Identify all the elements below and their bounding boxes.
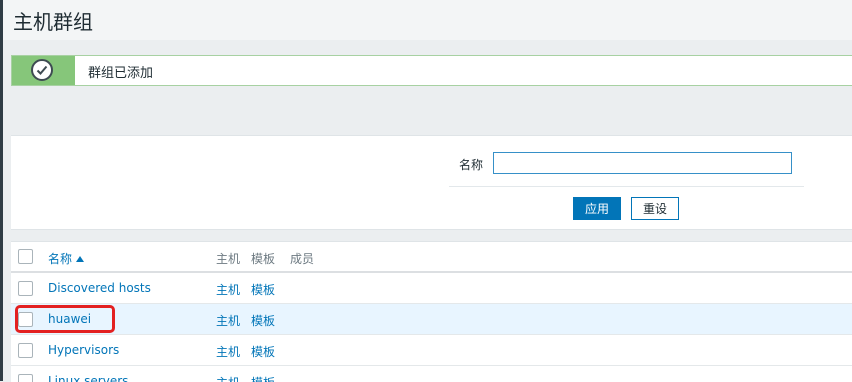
annotation-highlight-box bbox=[15, 305, 115, 333]
column-members-header: 成员 bbox=[290, 252, 315, 266]
table-row: Discovered hosts 主机 模板 bbox=[11, 273, 852, 304]
sidebar-edge bbox=[0, 0, 3, 381]
templates-link[interactable]: 模板 bbox=[251, 281, 275, 298]
table-row: Linux servers 主机 模板 bbox=[11, 366, 852, 382]
templates-link[interactable]: 模板 bbox=[251, 343, 275, 360]
group-name-link[interactable]: Discovered hosts bbox=[48, 281, 151, 295]
row-checkbox[interactable] bbox=[18, 343, 33, 358]
group-name-link[interactable]: Hypervisors bbox=[48, 343, 119, 357]
sort-ascending-icon bbox=[76, 256, 85, 262]
success-message: 群组已添加 bbox=[11, 55, 852, 86]
row-checkbox[interactable] bbox=[18, 281, 33, 296]
hosts-link[interactable]: 主机 bbox=[216, 312, 240, 329]
column-name-header[interactable]: 名称 bbox=[48, 250, 85, 267]
filter-panel: 名称 应用 重设 bbox=[11, 135, 852, 230]
table-row: Hypervisors 主机 模板 bbox=[11, 335, 852, 366]
message-icon-area bbox=[12, 56, 75, 85]
page-header: 主机群组 bbox=[3, 0, 852, 40]
hosts-link[interactable]: 主机 bbox=[216, 343, 240, 360]
message-text: 群组已添加 bbox=[88, 66, 154, 81]
host-groups-table: 名称 主机 模板 成员 Discovered hosts 主机 模板 huawe… bbox=[11, 241, 852, 382]
column-hosts-header: 主机 bbox=[216, 252, 241, 266]
hosts-link[interactable]: 主机 bbox=[216, 281, 240, 298]
column-templates-header: 模板 bbox=[251, 252, 276, 266]
reset-button[interactable]: 重设 bbox=[631, 197, 679, 220]
table-header: 名称 主机 模板 成员 bbox=[11, 242, 852, 273]
filter-name-input[interactable] bbox=[493, 152, 792, 174]
table-row: huawei 主机 模板 bbox=[11, 304, 852, 335]
filter-divider bbox=[449, 186, 804, 187]
select-all-checkbox[interactable] bbox=[18, 249, 33, 264]
page-title: 主机群组 bbox=[13, 10, 93, 34]
templates-link[interactable]: 模板 bbox=[251, 312, 275, 329]
check-icon bbox=[31, 59, 53, 81]
apply-button[interactable]: 应用 bbox=[573, 197, 621, 220]
filter-name-label: 名称 bbox=[459, 158, 484, 172]
